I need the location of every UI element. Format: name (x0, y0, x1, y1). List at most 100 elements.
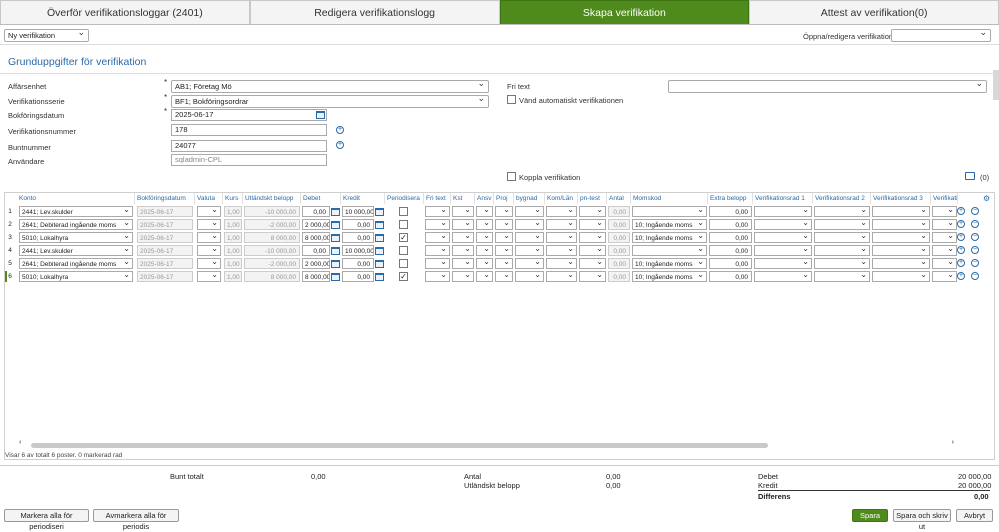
grid-header-cell[interactable]: Kurs (223, 193, 243, 204)
grid-header-cell[interactable]: Utländskt belopp (243, 193, 301, 204)
verifikationsrad-select[interactable] (814, 258, 870, 269)
valuta-select[interactable] (197, 245, 221, 256)
calc-icon[interactable] (331, 273, 340, 281)
dimension-select[interactable] (579, 206, 606, 217)
dimension-select[interactable] (515, 245, 544, 256)
verifikationsrad-select[interactable] (814, 219, 870, 230)
verifikationsrad-select[interactable] (754, 258, 812, 269)
dimension-select[interactable] (452, 271, 474, 282)
dimension-select[interactable] (476, 258, 493, 269)
dimension-select[interactable] (546, 206, 577, 217)
mode-select[interactable]: Ny verifikation (4, 27, 89, 42)
konto-select[interactable]: 2641; Debiterad ingående moms (19, 258, 133, 269)
grid-header-cell[interactable]: Valuta (195, 193, 223, 204)
grid-header-cell[interactable]: Proj (494, 193, 514, 204)
tab-create-verification[interactable]: Skapa verifikation (499, 0, 750, 24)
kredit-input[interactable]: 0,00 (342, 271, 374, 282)
momskod-select[interactable]: 10; Ingående moms (632, 271, 707, 282)
grid-header-cell[interactable]: Kredit (341, 193, 385, 204)
verifikationsrad-select[interactable] (814, 245, 870, 256)
dimension-select[interactable] (495, 258, 513, 269)
calc-icon[interactable] (331, 234, 340, 242)
calc-icon[interactable] (331, 247, 340, 255)
folder-icon[interactable] (965, 172, 975, 180)
calendar-icon[interactable] (316, 111, 325, 119)
extra-belopp-input[interactable]: 0,00 (709, 219, 752, 230)
add-circle-icon[interactable]: + (336, 126, 344, 134)
dimension-select[interactable] (452, 258, 474, 269)
dimension-select[interactable] (425, 219, 450, 230)
dimension-select[interactable] (515, 232, 544, 243)
dimension-select[interactable] (546, 219, 577, 230)
dimension-select[interactable] (495, 219, 513, 230)
grid-header-cell[interactable]: Verifikationsrad 2 (813, 193, 871, 204)
calc-icon[interactable] (331, 221, 340, 229)
dimension-select[interactable] (515, 206, 544, 217)
debet-input[interactable]: 0,00 (302, 245, 330, 256)
remove-row-icon[interactable]: − (971, 259, 979, 267)
konto-select[interactable]: 2441; Lev.skulder (19, 206, 133, 217)
verifikationsrad-select[interactable] (932, 258, 957, 269)
gear-icon[interactable]: ⚙ (983, 194, 990, 203)
verifikationsrad-select[interactable] (932, 271, 957, 282)
grid-header-cell[interactable]: Fri text (424, 193, 451, 204)
extra-belopp-input[interactable]: 0,00 (709, 206, 752, 217)
verifikationsrad-select[interactable] (754, 271, 812, 282)
dimension-select[interactable] (579, 271, 606, 282)
calc-icon[interactable] (375, 273, 384, 281)
dimension-select[interactable] (452, 206, 474, 217)
grid-header-cell[interactable]: Kom/Län (545, 193, 578, 204)
dimension-select[interactable] (495, 245, 513, 256)
cancel-button[interactable]: Avbryt (956, 509, 993, 522)
calc-icon[interactable] (375, 208, 384, 216)
save-print-button[interactable]: Spara och skriv ut (893, 509, 951, 531)
dimension-select[interactable] (515, 258, 544, 269)
periodisera-checkbox[interactable] (399, 246, 408, 255)
mark-all-button[interactable]: Markera alla för periodiseri (4, 509, 89, 531)
valuta-select[interactable] (197, 206, 221, 217)
dimension-select[interactable] (579, 219, 606, 230)
momskod-select[interactable] (632, 245, 707, 256)
dimension-select[interactable] (546, 232, 577, 243)
grid-header-cell[interactable]: Ansv (475, 193, 494, 204)
add-circle-icon[interactable]: + (336, 141, 344, 149)
kredit-input[interactable]: 0,00 (342, 232, 374, 243)
dimension-select[interactable] (425, 258, 450, 269)
dimension-select[interactable] (546, 271, 577, 282)
periodisera-checkbox[interactable] (399, 220, 408, 229)
grid-header-cell[interactable]: Bokföringsdatum (135, 193, 195, 204)
tab-transfer-logs[interactable]: Överför verifikationsloggar (2401) (0, 0, 250, 24)
vand-checkbox[interactable] (507, 95, 516, 104)
dimension-select[interactable] (495, 232, 513, 243)
dimension-select[interactable] (452, 219, 474, 230)
save-button[interactable]: Spara (852, 509, 888, 522)
dimension-select[interactable] (425, 232, 450, 243)
fritext-select[interactable] (668, 78, 987, 93)
grid-header-cell[interactable]: Konto (17, 193, 135, 204)
dimension-select[interactable] (579, 258, 606, 269)
remove-row-icon[interactable]: − (971, 246, 979, 254)
dimension-select[interactable] (515, 271, 544, 282)
verifikationsrad-select[interactable] (814, 206, 870, 217)
verifikationsrad-select[interactable] (872, 245, 930, 256)
grid-header-cell[interactable]: Extra belopp (708, 193, 753, 204)
dimension-select[interactable] (579, 245, 606, 256)
dimension-select[interactable] (452, 232, 474, 243)
momskod-select[interactable] (632, 206, 707, 217)
verifikationsrad-select[interactable] (932, 245, 957, 256)
add-row-icon[interactable]: + (957, 207, 965, 215)
dimension-select[interactable] (579, 232, 606, 243)
periodisera-checkbox[interactable]: ✓ (399, 272, 408, 281)
momskod-select[interactable]: 10; Ingående moms (632, 258, 707, 269)
tab-edit-log[interactable]: Redigera verifikationslogg (249, 0, 500, 24)
dimension-select[interactable] (425, 206, 450, 217)
add-row-icon[interactable]: + (957, 233, 965, 241)
konto-select[interactable]: 5010; Lokalhyra (19, 232, 133, 243)
grid-header-cell[interactable]: Verifikati (931, 193, 958, 204)
add-row-icon[interactable]: + (957, 246, 965, 254)
dimension-select[interactable] (495, 271, 513, 282)
konto-select[interactable]: 2641; Debiterad ingående moms (19, 219, 133, 230)
kredit-input[interactable]: 0,00 (342, 219, 374, 230)
debet-input[interactable]: 8 000,00 (302, 271, 330, 282)
valuta-select[interactable] (197, 258, 221, 269)
